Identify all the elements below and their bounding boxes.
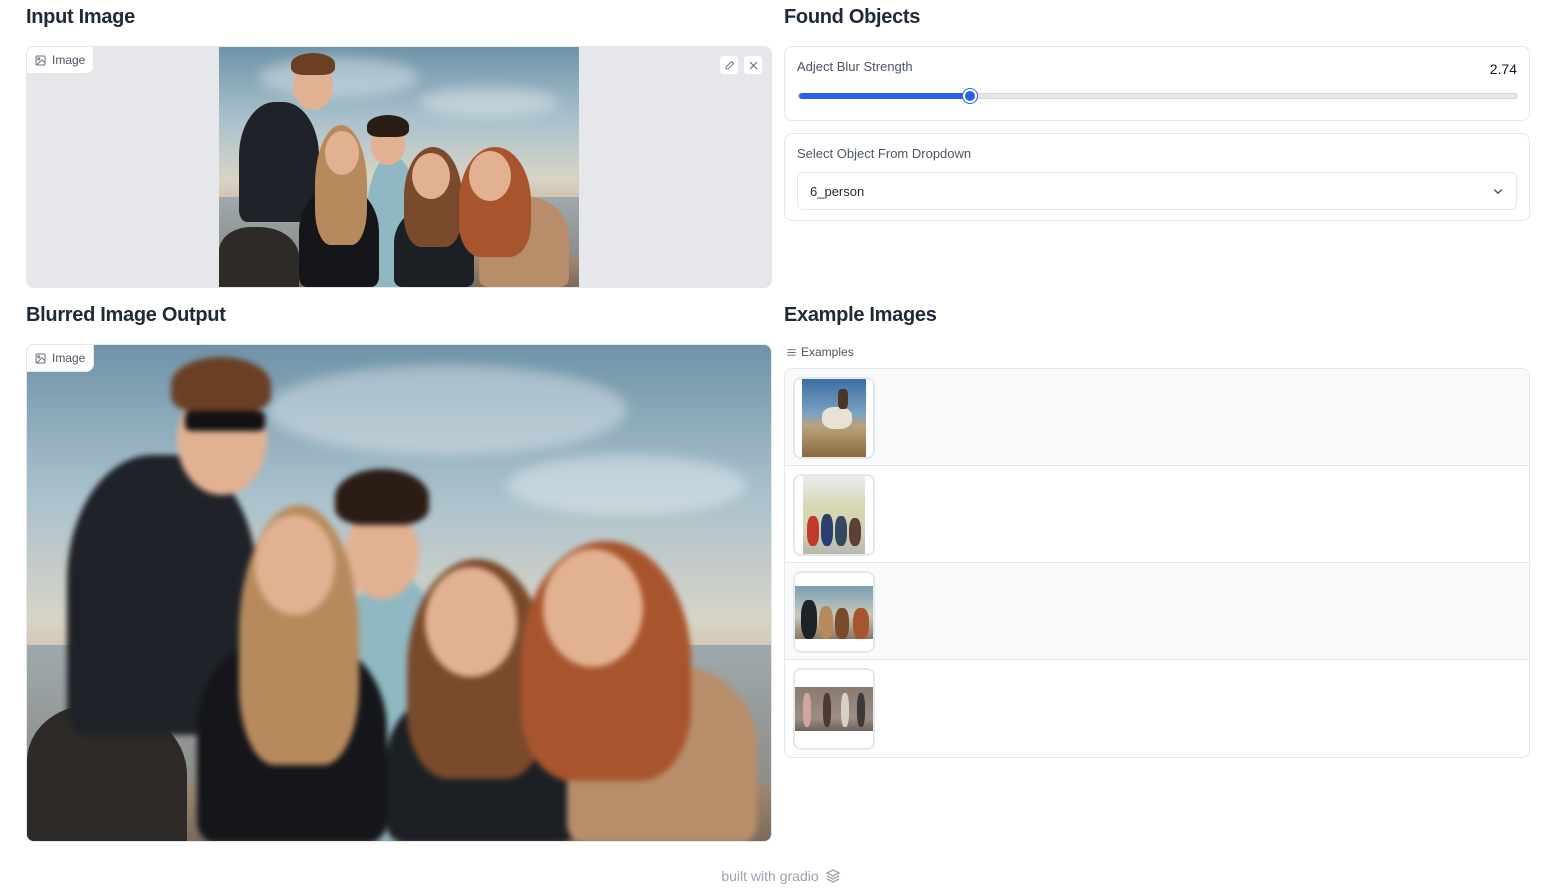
object-dropdown-value: 6_person <box>810 183 865 199</box>
blurred-output-title: Blurred Image Output <box>26 304 226 326</box>
close-icon <box>749 61 757 69</box>
object-select-block: Select Object From Dropdown 6_person <box>784 133 1530 221</box>
example-thumb-gym[interactable] <box>793 668 875 750</box>
input-image-panel[interactable]: Image <box>26 46 772 288</box>
blur-slider-track[interactable] <box>798 93 1518 99</box>
output-image-label-text: Image <box>52 351 86 365</box>
example-thumb-friends[interactable] <box>793 571 875 653</box>
image-icon <box>35 55 46 65</box>
blur-slider-block: Adject Blur Strength 2.74 <box>784 46 1530 121</box>
example-row[interactable] <box>785 466 1529 563</box>
object-select-label: Select Object From Dropdown <box>797 146 972 161</box>
output-photo <box>27 345 771 841</box>
chevron-down-icon <box>1493 189 1503 195</box>
examples-table <box>784 368 1530 758</box>
output-image-label-tag: Image <box>27 345 95 372</box>
example-thumb-horse[interactable] <box>793 377 875 459</box>
example-row[interactable] <box>785 660 1529 757</box>
clear-button[interactable] <box>743 55 763 75</box>
blur-slider-thumb[interactable] <box>963 89 977 103</box>
edit-button[interactable] <box>719 55 739 75</box>
list-icon <box>787 348 796 356</box>
found-objects-title: Found Objects <box>784 6 921 28</box>
blur-slider-value[interactable]: 2.74 <box>1490 61 1517 77</box>
image-icon <box>35 353 46 363</box>
input-image-title: Input Image <box>26 6 135 28</box>
output-image-panel: Image <box>26 344 772 842</box>
gradio-logo-icon <box>825 869 841 883</box>
examples-label-text: Examples <box>801 345 854 359</box>
blur-slider-fill <box>799 93 972 99</box>
object-dropdown[interactable]: 6_person <box>797 172 1517 210</box>
example-images-title: Example Images <box>784 304 937 326</box>
image-label-tag: Image <box>27 47 95 74</box>
example-row[interactable] <box>785 563 1529 660</box>
examples-label: Examples <box>786 345 854 359</box>
image-label-text: Image <box>52 53 86 67</box>
example-row[interactable] <box>785 369 1529 466</box>
example-thumb-group-park[interactable] <box>793 474 875 556</box>
footer-text[interactable]: built with gradio <box>721 868 818 884</box>
blur-slider-label: Adject Blur Strength <box>797 59 913 74</box>
input-photo <box>219 47 579 287</box>
footer: built with gradio <box>0 868 1562 884</box>
pencil-icon <box>725 60 734 69</box>
